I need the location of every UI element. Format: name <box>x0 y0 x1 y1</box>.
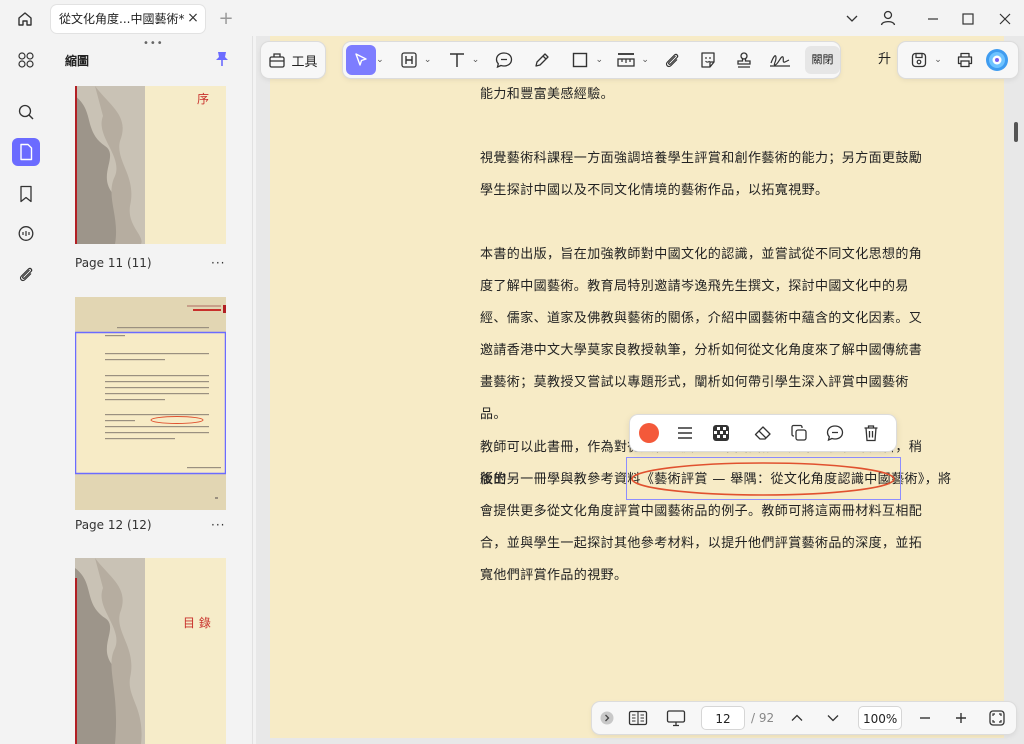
thumbnail-label-page-12: Page 12 (12) <box>75 518 152 532</box>
page-11-preview-image <box>75 86 226 244</box>
line-weight-icon[interactable] <box>670 418 700 448</box>
page-navigation-bar: 12 / 92 100% <box>592 702 1016 734</box>
next-page-icon[interactable] <box>818 703 848 733</box>
pin-icon[interactable] <box>213 50 231 68</box>
zoom-in-icon[interactable] <box>946 703 976 733</box>
apps-icon[interactable] <box>12 46 40 74</box>
page-13-preview-image <box>75 558 226 744</box>
ellipse-annotation[interactable] <box>628 460 899 498</box>
stamp-tool-icon[interactable] <box>729 45 759 75</box>
zoom-level-field[interactable]: 100% <box>858 706 903 730</box>
thumbnail-page-11[interactable]: 序 <box>75 86 226 244</box>
opacity-icon[interactable] <box>706 418 736 448</box>
chevron-down-icon[interactable]: ⌄ <box>595 55 604 65</box>
minimize-icon[interactable] <box>922 8 944 30</box>
chevron-down-icon[interactable]: ⌄ <box>934 55 942 65</box>
previous-page-icon[interactable] <box>782 703 812 733</box>
text-tool-icon[interactable] <box>442 45 472 75</box>
bookmark-icon[interactable] <box>12 180 40 208</box>
chevron-down-icon[interactable]: ⌄ <box>376 55 384 65</box>
thumbnail-label-page-11: Page 11 (11) <box>75 256 152 270</box>
trash-icon[interactable] <box>856 418 886 448</box>
comments-icon[interactable] <box>12 220 40 248</box>
note-tool-icon[interactable] <box>489 45 519 75</box>
tools-label: 工具 <box>291 54 318 70</box>
pencil-tool-icon[interactable] <box>527 45 557 75</box>
document-viewer: 升 能力和豐富美感經驗。 視覺藝術科課程一方面強調培養學生評賞和創作藝術的能力；… <box>256 36 1024 744</box>
save-icon[interactable] <box>904 45 934 75</box>
thumbnail-more-button[interactable]: ··· <box>211 518 225 532</box>
chevron-down-icon[interactable]: ⌄ <box>472 55 480 65</box>
fit-page-icon[interactable] <box>982 703 1012 733</box>
sticker-tool-icon[interactable] <box>693 45 723 75</box>
paragraph: 能力和豐富美感經驗。 <box>480 87 615 102</box>
left-rail <box>0 36 51 744</box>
page-11-heading: 序 <box>197 92 210 106</box>
home-icon[interactable] <box>14 8 36 30</box>
thumbnail-page-12[interactable] <box>75 297 226 510</box>
new-tab-button[interactable]: + <box>216 8 236 29</box>
partial-text-right: 升 <box>878 52 892 67</box>
panel-drag-handle[interactable]: ••• <box>143 38 164 49</box>
text-after-highlight: ，將 <box>924 472 952 487</box>
paragraph: 會提供更多從文化角度評賞中國藝術品的例子。教師可將這兩冊材料互相配合，並與學生一… <box>480 504 923 583</box>
print-icon[interactable] <box>950 45 980 75</box>
attachment-icon[interactable] <box>12 260 40 288</box>
signature-tool-icon[interactable] <box>765 45 795 75</box>
measure-tool-icon[interactable] <box>611 45 641 75</box>
thumbnail-page-13[interactable]: 目 錄 <box>75 558 226 744</box>
file-actions-bar: ⌄ <box>898 42 1018 78</box>
copy-icon[interactable] <box>784 418 814 448</box>
comment-icon[interactable] <box>820 418 850 448</box>
vertical-scrollbar[interactable] <box>1014 122 1018 142</box>
page-total: / 92 <box>751 711 775 725</box>
page-number-input[interactable]: 12 <box>701 706 745 730</box>
close-tab-icon[interactable]: × <box>184 9 202 27</box>
shape-tool-icon[interactable] <box>565 45 595 75</box>
chevron-down-icon[interactable] <box>842 8 862 28</box>
account-icon[interactable] <box>877 7 899 29</box>
select-tool-icon[interactable] <box>346 45 376 75</box>
page-13-heading: 目 錄 <box>183 616 211 630</box>
document-page: 升 能力和豐富美感經驗。 視覺藝術科課程一方面強調培養學生評賞和創作藝術的能力；… <box>270 36 1004 738</box>
eraser-icon[interactable] <box>748 418 778 448</box>
title-bar: 從文化角度...中國藝術* × + <box>0 0 1024 36</box>
presentation-icon[interactable] <box>661 703 691 733</box>
document-tab[interactable]: 從文化角度...中國藝術* <box>51 5 205 33</box>
highlight-tool-icon[interactable] <box>394 45 424 75</box>
thumbnails-panel: ••• 縮圖 序 Page 11 (11) ··· Page 12 (12) ·… <box>51 36 253 744</box>
panel-title: 縮圖 <box>65 54 90 68</box>
annotation-tools-bar: ⌄ ⌄ ⌄ ⌄ ⌄ 關閉 <box>343 42 841 78</box>
tab-title: 從文化角度...中國藝術* <box>59 12 185 26</box>
attach-tool-icon[interactable] <box>657 45 687 75</box>
annotation-toolbar <box>630 415 896 451</box>
text-before-highlight: 版的另一冊學與教參考資料 <box>480 472 641 487</box>
tools-button[interactable]: 工具 <box>261 42 325 78</box>
page-layout-icon[interactable] <box>623 703 653 733</box>
close-tools-button[interactable]: 關閉 <box>804 46 841 74</box>
color-swatch-icon[interactable] <box>634 418 664 448</box>
paragraph: 本書的出版，旨在加強教師對中國文化的認識，並嘗試從不同文化思想的角度了解中國藝術… <box>480 247 923 422</box>
search-icon[interactable] <box>12 98 40 126</box>
zoom-out-icon[interactable] <box>910 703 940 733</box>
maximize-icon[interactable] <box>957 8 979 30</box>
chevron-down-icon[interactable]: ⌄ <box>641 55 649 65</box>
thumbnails-icon[interactable] <box>12 138 40 166</box>
collapse-bar-icon[interactable] <box>595 703 619 733</box>
ai-assistant-icon[interactable] <box>982 45 1012 75</box>
close-window-icon[interactable] <box>994 8 1016 30</box>
toolbox-icon <box>269 53 286 68</box>
paragraph: 視覺藝術科課程一方面強調培養學生評賞和創作藝術的能力；另方面更鼓勵學生探討中國以… <box>480 151 923 198</box>
thumbnail-more-button[interactable]: ··· <box>211 256 225 270</box>
page-12-preview-image <box>75 297 226 510</box>
chevron-down-icon[interactable]: ⌄ <box>424 55 432 65</box>
